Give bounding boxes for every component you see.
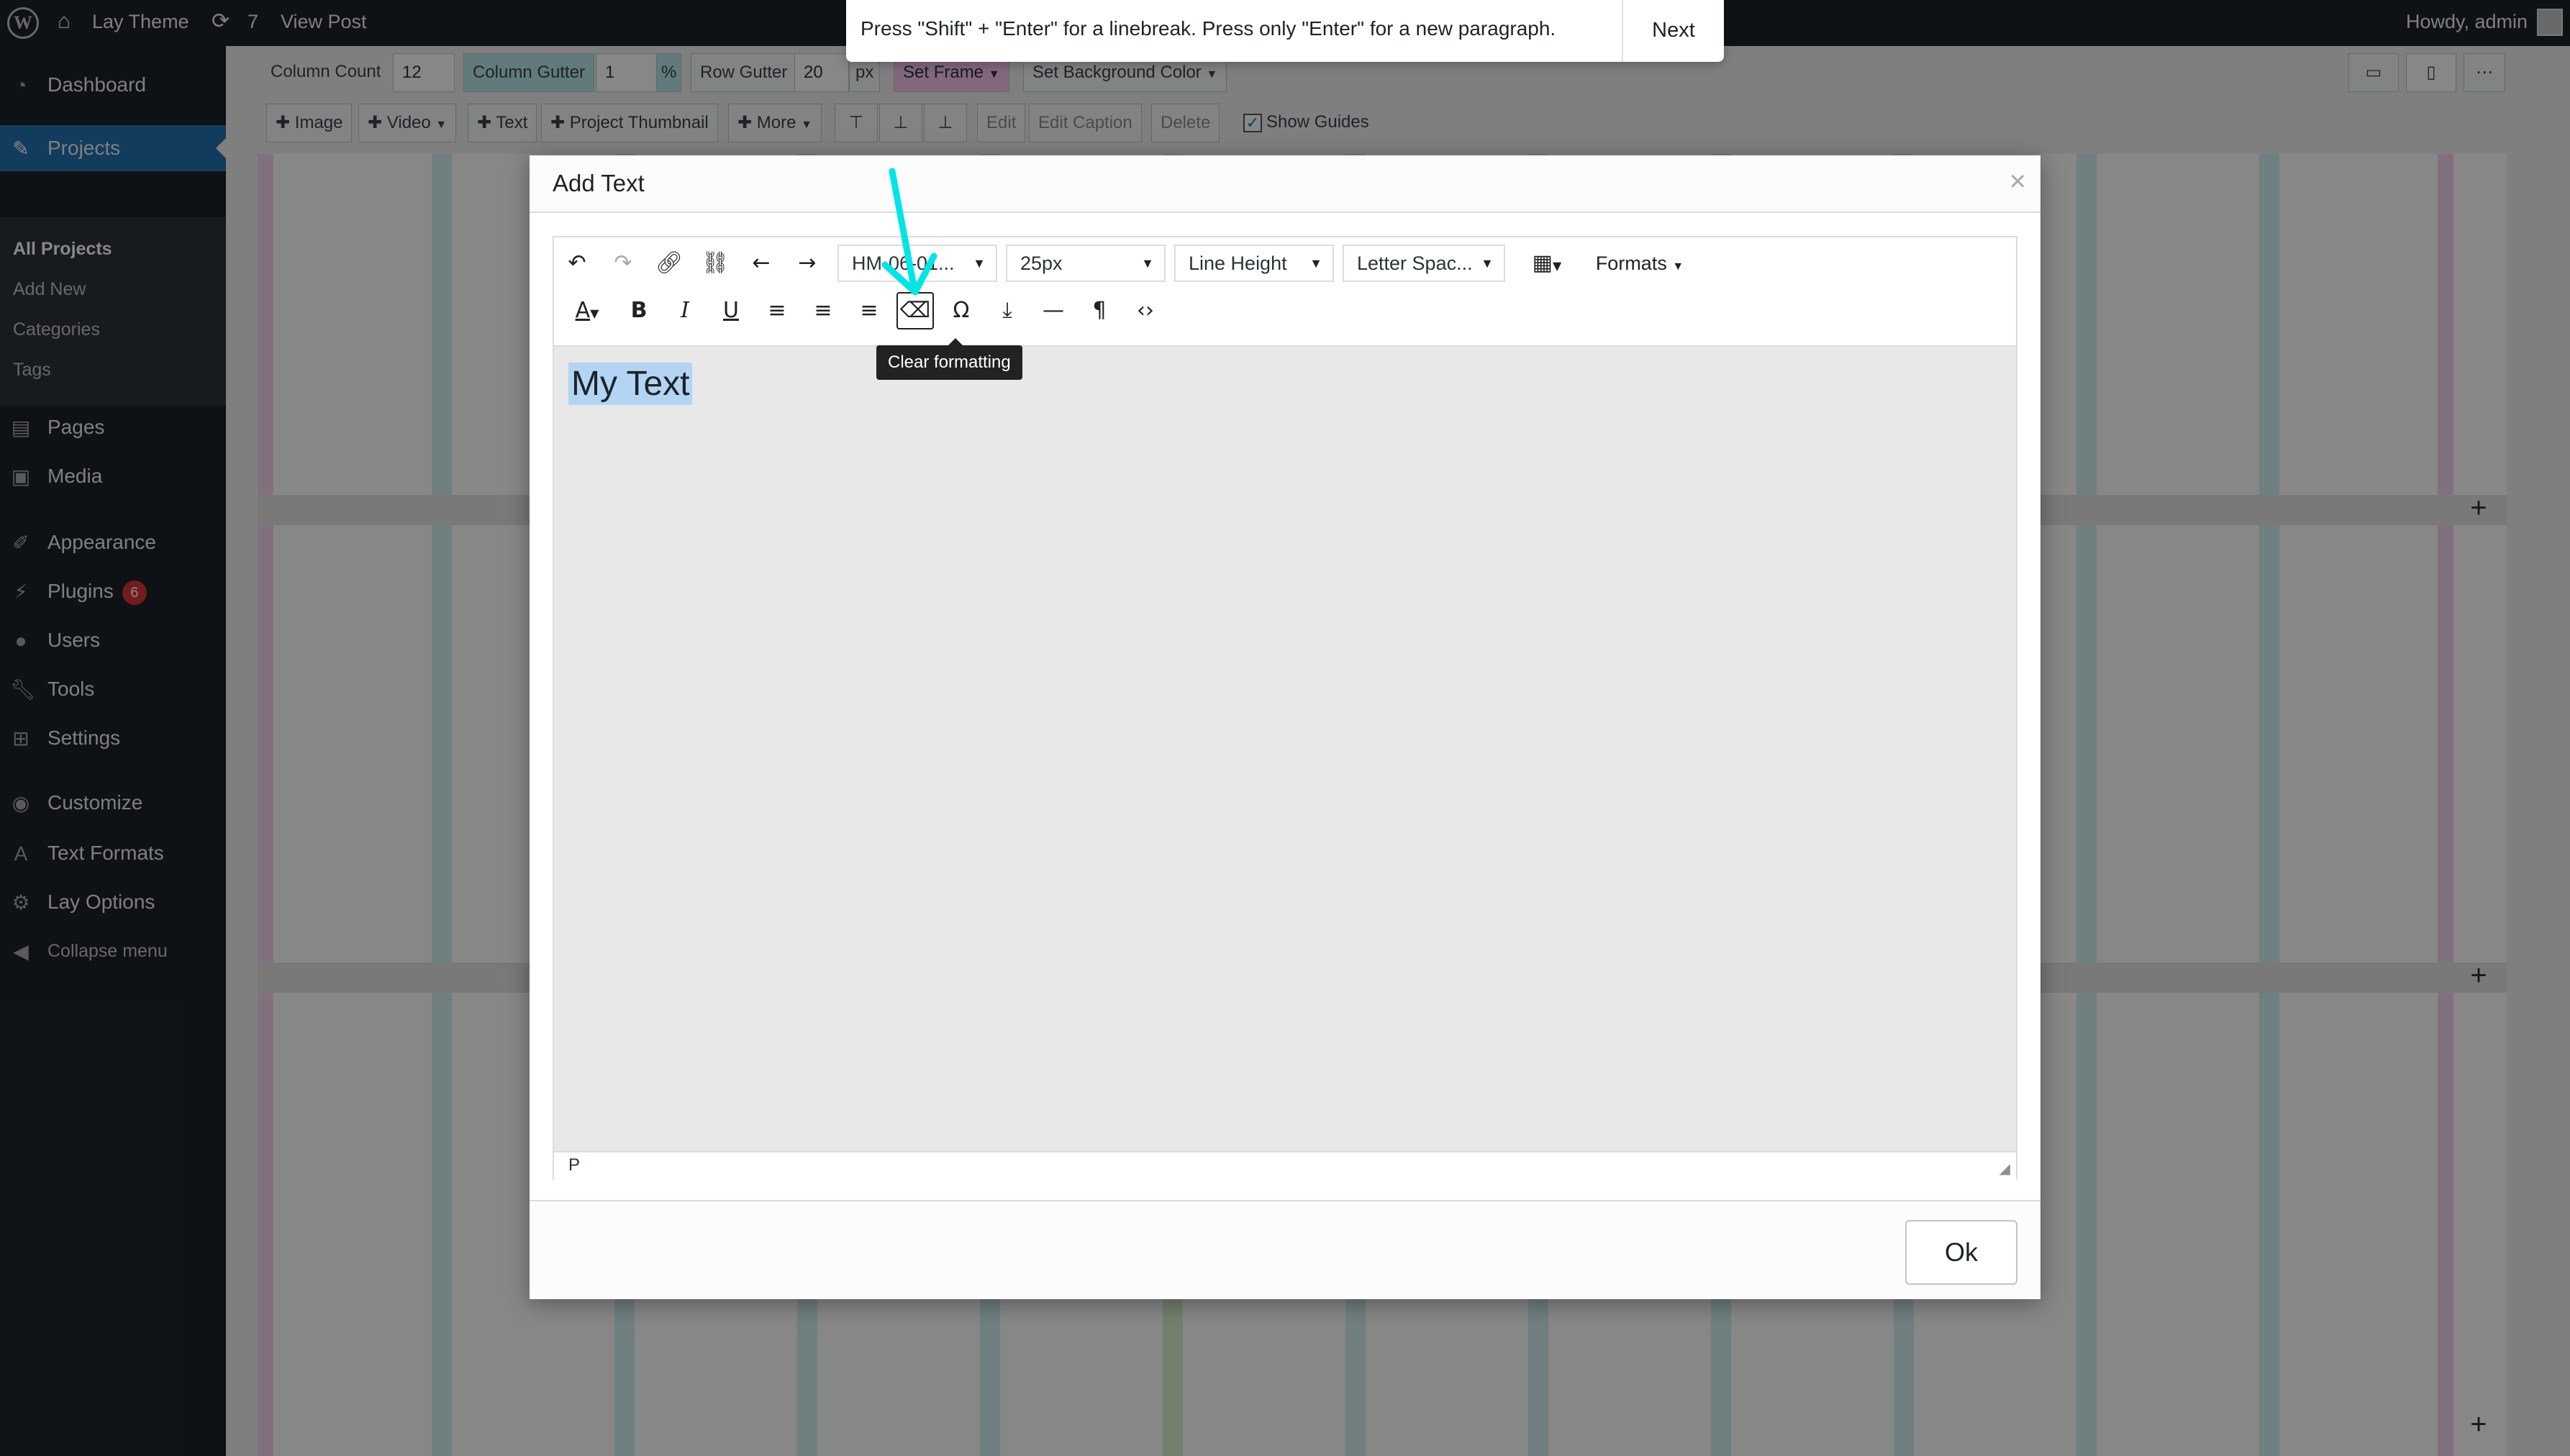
indent-arrow-icon[interactable]: → (789, 245, 826, 282)
font-family-value: HM-06-01... (852, 252, 955, 274)
formats-dropdown[interactable]: Formats ▼ (1586, 245, 1694, 282)
align-center-icon[interactable]: ≡ (804, 292, 842, 329)
chevron-down-icon: ▼ (973, 256, 986, 270)
chevron-down-icon: ▼ (1672, 260, 1684, 273)
close-icon[interactable]: × (2010, 167, 2026, 196)
insert-link-icon[interactable]: 🔗︎ (650, 245, 688, 282)
element-path[interactable]: P (568, 1155, 580, 1175)
add-text-modal: Add Text × ↶ ↷ 🔗︎ ⛓ ← → HM-06-01... ▼ 25p… (530, 155, 2040, 1299)
horizontal-line-icon[interactable]: — (1035, 292, 1072, 329)
font-family-select[interactable]: HM-06-01... ▼ (837, 245, 997, 282)
align-right-icon[interactable]: ≡ (850, 292, 888, 329)
bold-icon[interactable]: B (620, 292, 658, 329)
line-height-value: Line Height (1189, 252, 1287, 274)
letter-spacing-value: Letter Spac... (1357, 252, 1473, 274)
eraser-icon[interactable]: ⌫ (896, 292, 934, 329)
font-size-select[interactable]: 25px ▼ (1006, 245, 1166, 282)
ok-button[interactable]: Ok (1905, 1220, 2017, 1285)
text-color-icon[interactable]: A▼ (558, 292, 616, 329)
chevron-down-icon: ▼ (1481, 256, 1494, 270)
italic-icon[interactable]: I (666, 292, 704, 329)
remove-link-icon[interactable]: ⛓ (696, 245, 734, 282)
letter-spacing-select[interactable]: Letter Spac... ▼ (1343, 245, 1505, 282)
undo-icon[interactable]: ↶ (558, 245, 596, 282)
line-height-select[interactable]: Line Height ▼ (1174, 245, 1334, 282)
editor-statusbar: P ◢ (554, 1151, 2016, 1180)
linebreak-hint-toast: Press "Shift" + "Enter" for a linebreak.… (846, 0, 1724, 62)
font-size-value: 25px (1020, 252, 1063, 274)
resize-handle-icon[interactable]: ◢ (1999, 1160, 2010, 1178)
formats-label: Formats (1595, 252, 1667, 274)
modal-header: Add Text × (530, 155, 2040, 213)
redo-icon[interactable]: ↷ (604, 245, 642, 282)
toast-next-button[interactable]: Next (1623, 0, 1724, 62)
modal-title: Add Text (553, 170, 645, 196)
table-icon[interactable]: ▦▼ (1518, 245, 1576, 282)
editor-content-area[interactable]: My Text (554, 345, 2016, 1151)
align-left-icon[interactable]: ≡ (758, 292, 796, 329)
chevron-down-icon: ▼ (1309, 256, 1322, 270)
toast-message: Press "Shift" + "Enter" for a linebreak.… (861, 17, 1556, 40)
special-character-icon[interactable]: Ω (943, 292, 980, 329)
text-editor: ↶ ↷ 🔗︎ ⛓ ← → HM-06-01... ▼ 25px ▼ Line Hei… (553, 236, 2017, 1180)
modal-footer: Ok (530, 1200, 2040, 1299)
underline-icon[interactable]: U (712, 292, 750, 329)
source-code-icon[interactable]: ‹› (1127, 292, 1164, 329)
selected-text[interactable]: My Text (568, 363, 693, 405)
insert-icon[interactable]: ⤓ (989, 292, 1026, 329)
clear-formatting-tooltip: Clear formatting (876, 338, 1022, 380)
paragraph-mark-icon[interactable]: ¶ (1081, 292, 1118, 329)
outdent-arrow-icon[interactable]: ← (743, 245, 780, 282)
chevron-down-icon: ▼ (1141, 256, 1154, 270)
